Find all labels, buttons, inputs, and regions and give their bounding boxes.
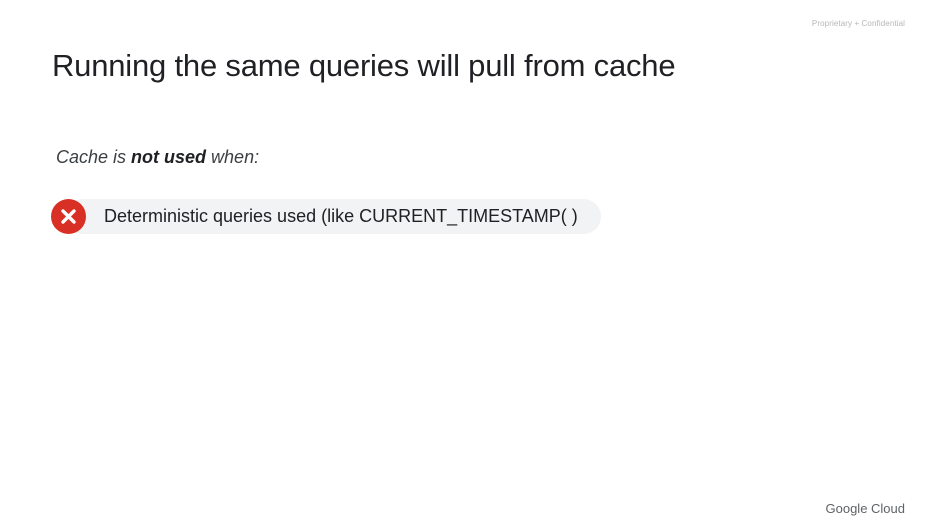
subtitle: Cache is not used when: — [56, 147, 259, 168]
item-text: Deterministic queries used (like CURRENT… — [104, 206, 578, 226]
slide-title: Running the same queries will pull from … — [52, 48, 676, 83]
subtitle-emphasis: not used — [131, 147, 207, 167]
x-mark-icon — [61, 209, 76, 224]
x-circle-icon — [51, 199, 86, 234]
google-cloud-logo: Google Cloud — [825, 501, 906, 516]
list-item: Deterministic queries used (like CURRENT… — [51, 199, 601, 234]
confidential-label: Proprietary + Confidential — [811, 19, 905, 28]
subtitle-suffix: when: — [206, 147, 260, 167]
subtitle-prefix: Cache is — [56, 147, 132, 167]
